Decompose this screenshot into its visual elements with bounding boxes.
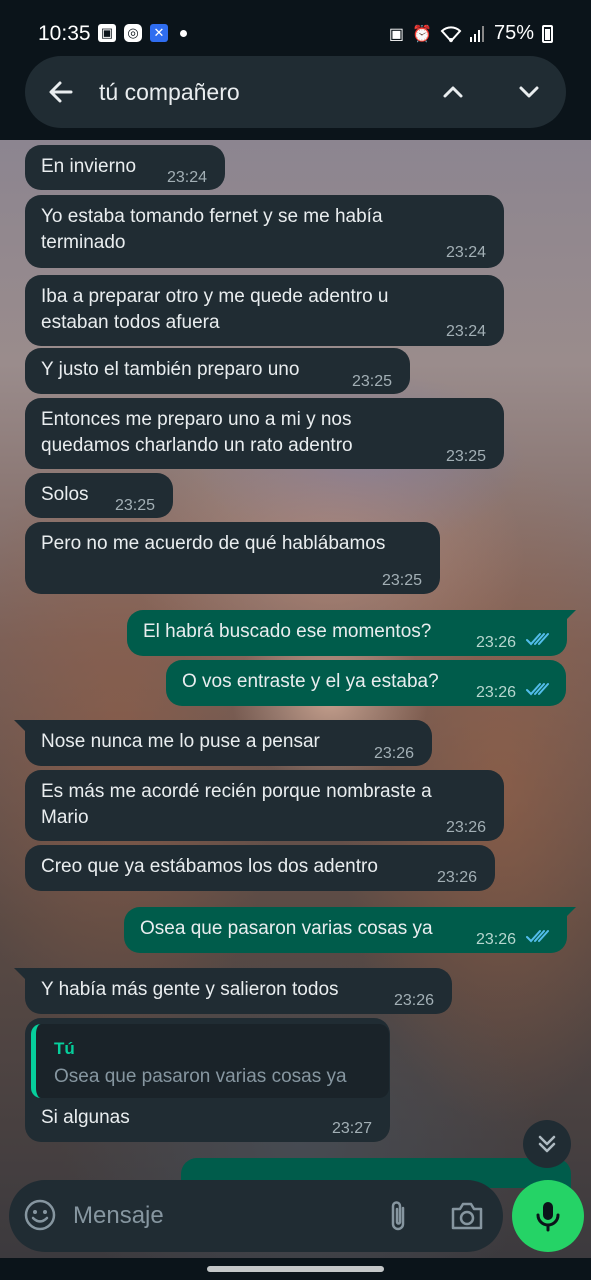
message-time: 23:26	[394, 992, 435, 1009]
alarm-icon: ⏰	[412, 25, 432, 43]
message-time: 23:26	[476, 931, 517, 948]
message-text: El habrá buscado ese momentos?	[143, 621, 432, 642]
message-line: Iba a preparar otro y me quede adentro u	[41, 286, 389, 307]
message-bubble-incoming[interactable]: Y justo el también preparo uno 23:25	[25, 348, 410, 394]
message-text: Osea que pasaron varias cosas ya	[140, 918, 433, 939]
message-time: 23:26	[476, 634, 517, 651]
quote-author: Tú	[54, 1039, 75, 1058]
message-text: Solos	[41, 484, 89, 505]
quoted-message[interactable]: Tú Osea que pasaron varias cosas ya	[31, 1024, 389, 1098]
chevron-down-icon[interactable]	[515, 78, 543, 106]
search-bar: tú compañero	[25, 56, 566, 128]
message-bubble-incoming[interactable]: Y había más gente y salieron todos 23:26	[25, 968, 452, 1014]
message-text: Nose nunca me lo puse a pensar	[41, 731, 320, 752]
message-bubble-incoming[interactable]: Nose nunca me lo puse a pensar 23:26	[25, 720, 432, 766]
message-line: terminado	[41, 232, 126, 253]
message-time: 23:26	[446, 819, 487, 836]
message-text: O vos entraste y el ya estaba?	[182, 671, 439, 692]
message-time: 23:25	[352, 373, 393, 390]
double-chevron-down-icon	[538, 1135, 556, 1153]
system-icons: ▣ ⏰ 75%	[389, 22, 553, 45]
message-time: 23:26	[476, 684, 517, 701]
message-time: 23:24	[446, 244, 487, 261]
message-text: Iba a preparar otro y me quede adentro u…	[41, 284, 389, 336]
read-tick-icon	[526, 633, 549, 646]
message-bubble-outgoing[interactable]: O vos entraste y el ya estaba? 23:26	[166, 660, 566, 706]
message-time: 23:24	[446, 323, 487, 340]
message-text: Pero no me acuerdo de qué hablábamos	[41, 533, 386, 554]
message-bubble-incoming[interactable]: Pero no me acuerdo de qué hablábamos 23:…	[25, 522, 440, 594]
paperclip-icon[interactable]	[383, 1198, 413, 1234]
message-bubble-outgoing[interactable]: El habrá buscado ese momentos? 23:26	[127, 610, 567, 656]
battery-percent: 75%	[493, 22, 534, 44]
instagram-icon: ◎	[124, 24, 142, 42]
signal-icon	[469, 25, 484, 42]
notification-icons: ▣ ◎ ✕	[98, 24, 187, 42]
message-bubble-incoming[interactable]: Iba a preparar otro y me quede adentro u…	[25, 275, 504, 346]
message-bubble-incoming[interactable]: Yo estaba tomando fernet y se me había t…	[25, 195, 504, 268]
microphone-button[interactable]	[512, 1180, 584, 1252]
emoji-icon[interactable]	[23, 1198, 57, 1232]
message-text: Entonces me preparo uno a mi y nos queda…	[41, 407, 353, 459]
message-time: 23:26	[437, 869, 478, 886]
message-text: En invierno	[41, 156, 137, 177]
message-line: estaban todos afuera	[41, 312, 220, 333]
status-bar: 10:35 ▣ ◎ ✕ ▣ ⏰ 75%	[0, 0, 591, 56]
message-line: Yo estaba tomando fernet y se me había	[41, 206, 383, 227]
message-time: 23:25	[115, 497, 156, 514]
message-line: quedamos charlando un rato adentro	[41, 435, 353, 456]
system-nav-bar	[0, 1258, 591, 1280]
message-bubble-incoming[interactable]: En invierno 23:24	[25, 145, 225, 190]
scroll-to-bottom-button[interactable]	[523, 1120, 571, 1168]
message-bubble-incoming[interactable]: Es más me acordé recién porque nombraste…	[25, 770, 504, 841]
message-time: 23:27	[332, 1120, 373, 1137]
message-line: Entonces me preparo uno a mi y nos	[41, 409, 352, 430]
message-time: 23:25	[382, 572, 423, 589]
message-time: 23:24	[167, 169, 208, 186]
message-bubble-incoming[interactable]: Entonces me preparo uno a mi y nos queda…	[25, 398, 504, 469]
message-bubble-incoming-reply[interactable]: Tú Osea que pasaron varias cosas ya Si a…	[25, 1018, 390, 1142]
message-bubble-incoming[interactable]: Solos 23:25	[25, 473, 173, 518]
data-saver-icon: ▣	[388, 25, 405, 43]
message-bubble-outgoing[interactable]: Osea que pasaron varias cosas ya 23:26	[124, 907, 567, 953]
wifi-icon	[440, 25, 462, 42]
message-text: Si algunas	[41, 1107, 130, 1128]
message-text: Y justo el también preparo uno	[41, 359, 300, 380]
message-time: 23:25	[446, 448, 487, 465]
microphone-icon	[536, 1202, 560, 1232]
chevron-up-icon[interactable]	[439, 78, 467, 106]
search-input[interactable]: tú compañero	[99, 79, 240, 106]
message-text: Yo estaba tomando fernet y se me había t…	[41, 204, 383, 256]
more-notifications-dot	[180, 29, 187, 37]
quote-text: Osea que pasaron varias cosas ya	[54, 1066, 347, 1087]
message-composer	[9, 1180, 503, 1252]
read-tick-icon	[526, 930, 549, 943]
gallery-icon: ▣	[98, 24, 116, 42]
message-time: 23:26	[374, 745, 415, 762]
search-header: tú compañero	[0, 56, 591, 140]
message-input[interactable]	[73, 1198, 363, 1234]
message-line: Es más me acordé recién porque nombraste…	[41, 781, 432, 802]
camera-icon[interactable]	[449, 1200, 485, 1232]
arrow-left-icon[interactable]	[45, 76, 77, 108]
status-time: 10:35	[38, 22, 91, 45]
message-text: Creo que ya estábamos los dos adentro	[41, 856, 378, 877]
message-line: Mario	[41, 807, 89, 828]
message-text: Y había más gente y salieron todos	[41, 979, 339, 1000]
battery-icon	[542, 24, 553, 43]
message-text: Es más me acordé recién porque nombraste…	[41, 779, 432, 831]
app-notification-icon: ✕	[150, 24, 168, 42]
read-tick-icon	[526, 683, 549, 696]
home-gesture-handle[interactable]	[207, 1266, 384, 1272]
message-bubble-incoming[interactable]: Creo que ya estábamos los dos adentro 23…	[25, 845, 495, 891]
